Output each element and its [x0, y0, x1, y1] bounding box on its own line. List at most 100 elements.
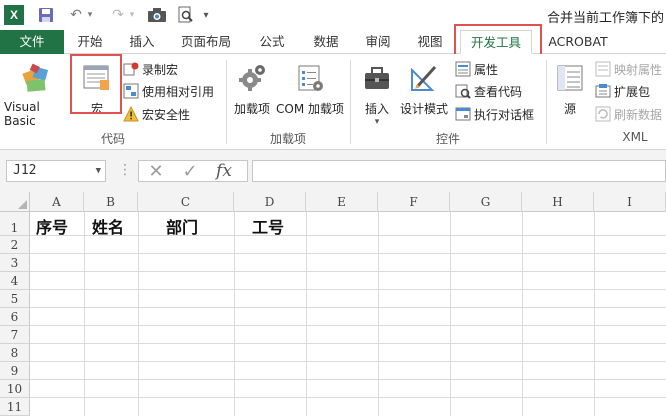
gridline [30, 289, 666, 290]
row-header-7[interactable]: 7 [0, 326, 30, 344]
column-header-f[interactable]: F [378, 192, 450, 212]
gridline [30, 361, 666, 362]
gridline [378, 212, 379, 416]
redo-icon[interactable]: ↷ [108, 5, 128, 25]
column-header-b[interactable]: B [84, 192, 138, 212]
customize-qat-icon[interactable]: ▾ [200, 5, 212, 25]
row-header-9[interactable]: 9 [0, 362, 30, 380]
gridline [138, 212, 139, 416]
undo-dropdown-icon[interactable]: ▾ [84, 5, 96, 25]
formula-input[interactable] [252, 160, 666, 182]
toolbox-icon [362, 62, 392, 94]
tab-insert[interactable]: 插入 [118, 30, 166, 54]
resize-handle-icon[interactable]: ⋮ [118, 162, 132, 178]
code-group-label: 代码 [100, 132, 125, 146]
com-add-ins-button[interactable]: COM 加载项 [272, 56, 348, 117]
column-header-g[interactable]: G [450, 192, 522, 212]
add-ins-group-label: 加载项 [269, 132, 306, 146]
map-properties-icon [595, 61, 611, 77]
gridline [30, 325, 666, 326]
save-icon[interactable] [36, 5, 56, 25]
view-code-button[interactable]: 查看代码 [455, 81, 522, 101]
row-header-1[interactable]: 1 [0, 212, 30, 236]
add-ins-label: 加载项 [233, 102, 270, 116]
run-dialog-button[interactable]: 执行对话框 [455, 104, 534, 124]
column-header-e[interactable]: E [306, 192, 378, 212]
row-header-8[interactable]: 8 [0, 344, 30, 362]
row-header-11[interactable]: 11 [0, 398, 30, 416]
cell-c1[interactable]: 部门 [166, 214, 198, 238]
insert-control-label: 插入 [364, 102, 389, 116]
properties-button[interactable]: 属性 [455, 59, 498, 79]
record-macro-icon [123, 61, 139, 77]
row-header-4[interactable]: 4 [0, 272, 30, 290]
name-box[interactable]: J12 ▼ [6, 160, 106, 182]
undo-icon[interactable]: ↶ [66, 5, 86, 25]
expansion-packs-label: 扩展包 [614, 84, 651, 99]
column-header-a[interactable]: A [30, 192, 84, 212]
view-code-icon [455, 83, 471, 99]
cell-a1[interactable]: 序号 [36, 214, 68, 238]
column-header-c[interactable]: C [138, 192, 234, 212]
cell-d1[interactable]: 工号 [252, 214, 284, 238]
select-all-button[interactable] [0, 192, 30, 212]
gridline [30, 343, 666, 344]
tab-view[interactable]: 视图 [406, 30, 454, 54]
row-header-3[interactable]: 3 [0, 254, 30, 272]
tab-review[interactable]: 审阅 [354, 30, 402, 54]
title-bar: X ↶ ▾ ↷ ▾ ▾ 合并当前工作簿下的 [0, 0, 666, 30]
xml-source-button[interactable]: 源 [552, 56, 588, 117]
camera-icon[interactable] [146, 5, 168, 25]
visual-basic-label: Visual Basic [4, 100, 40, 128]
cancel-icon[interactable]: ✕ [139, 161, 173, 182]
worksheet-grid[interactable]: A B C D E F G H I 1 2 3 4 5 6 7 8 9 10 1… [0, 192, 666, 416]
record-macro-label: 录制宏 [142, 62, 179, 77]
use-relative-references-button[interactable]: 使用相对引用 [123, 81, 214, 101]
tab-page-layout[interactable]: 页面布局 [170, 30, 242, 54]
name-box-dropdown-icon[interactable]: ▼ [96, 161, 101, 181]
tab-file[interactable]: 文件 [0, 30, 64, 54]
group-divider [546, 60, 547, 144]
row-header-6[interactable]: 6 [0, 308, 30, 326]
row-header-2[interactable]: 2 [0, 236, 30, 254]
redo-dropdown-icon[interactable]: ▾ [126, 5, 138, 25]
record-macro-button[interactable]: 录制宏 [123, 59, 178, 79]
print-preview-icon[interactable] [176, 5, 196, 25]
tab-data[interactable]: 数据 [302, 30, 350, 54]
map-properties-button[interactable]: 映射属性 [595, 59, 662, 79]
name-box-value: J12 [13, 163, 37, 178]
design-mode-label: 设计模式 [399, 102, 448, 116]
insert-control-button[interactable]: 插入 ▾ [356, 56, 398, 127]
com-add-ins-label: COM 加载项 [276, 102, 344, 116]
tab-formulas[interactable]: 公式 [248, 30, 296, 54]
gridline [30, 253, 666, 254]
enter-check-icon[interactable]: ✓ [173, 161, 207, 182]
macro-security-button[interactable]: 宏安全性 [123, 104, 190, 124]
row-header-5[interactable]: 5 [0, 290, 30, 308]
com-add-ins-icon [295, 62, 325, 94]
window-title: 合并当前工作簿下的 [546, 11, 664, 26]
column-header-h[interactable]: H [522, 192, 594, 212]
gridline [30, 397, 666, 398]
refresh-data-button[interactable]: 刷新数据 [595, 104, 662, 124]
developer-tab-highlight [454, 24, 542, 56]
tab-home[interactable]: 开始 [66, 30, 114, 54]
design-mode-button[interactable]: 设计模式 [398, 56, 450, 117]
expansion-packs-button[interactable]: 扩展包 [595, 81, 650, 101]
visual-basic-button[interactable]: Visual Basic [4, 56, 68, 128]
row-header-10[interactable]: 10 [0, 380, 30, 398]
gridline [450, 212, 451, 416]
xml-source-icon [555, 62, 585, 94]
properties-icon [455, 61, 471, 77]
cell-b1[interactable]: 姓名 [92, 214, 124, 238]
gridline [306, 212, 307, 416]
gridline [30, 307, 666, 308]
column-header-d[interactable]: D [234, 192, 306, 212]
tab-acrobat[interactable]: ACROBAT [540, 30, 616, 54]
column-header-i[interactable]: I [594, 192, 666, 212]
design-mode-icon [409, 62, 439, 94]
excel-app-icon[interactable]: X [4, 5, 24, 25]
add-ins-button[interactable]: 加载项 [230, 56, 274, 117]
insert-function-icon[interactable]: fx [207, 161, 241, 181]
gridline [522, 212, 523, 416]
